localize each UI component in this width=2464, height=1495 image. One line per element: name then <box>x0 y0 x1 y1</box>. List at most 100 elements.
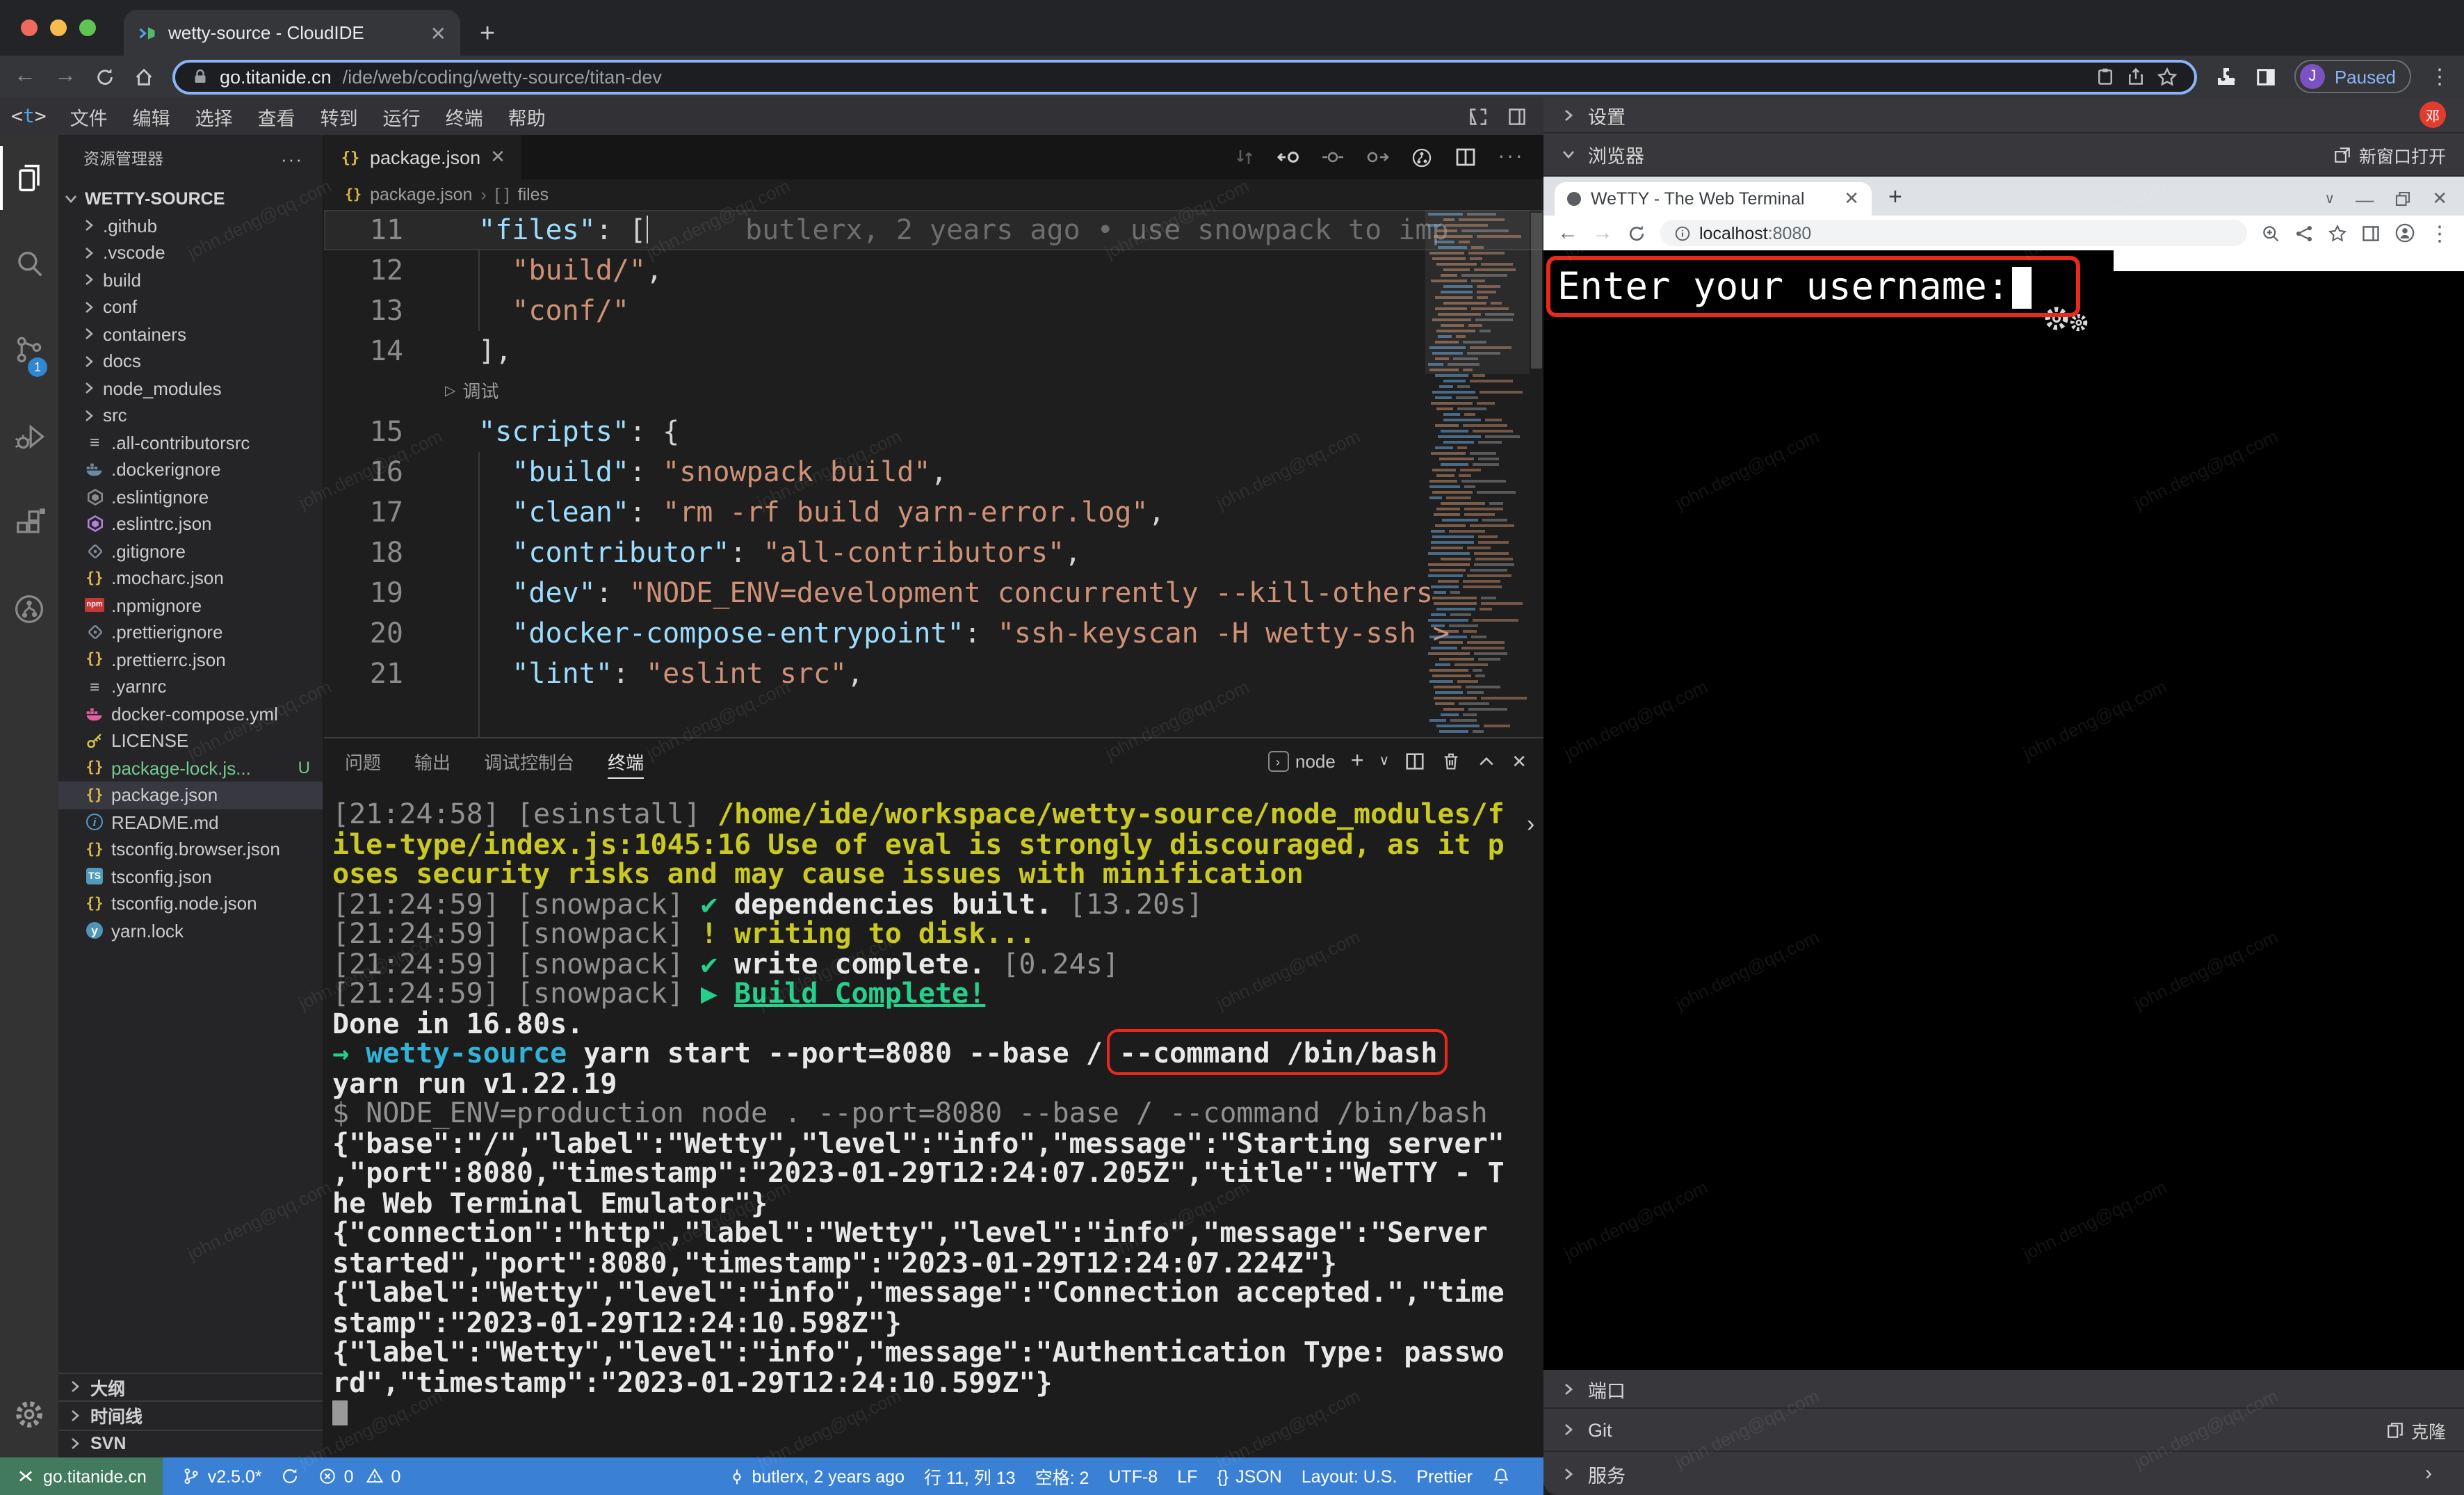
codelens-debug[interactable]: ▷调试 <box>324 371 1543 412</box>
layout-icon[interactable] <box>1507 106 1527 126</box>
indentation[interactable]: 空格: 2 <box>1035 1463 1089 1489</box>
editor-more-actions-icon[interactable]: ··· <box>1498 145 1524 170</box>
menu-item[interactable]: 选择 <box>183 102 245 130</box>
explorer-item[interactable]: docker-compose.yml <box>58 700 323 727</box>
previous-change-icon[interactable] <box>1276 146 1300 168</box>
explorer-item[interactable]: .eslintrc.json <box>58 510 323 538</box>
problems-indicator[interactable]: 0 0 <box>319 1466 401 1486</box>
terminal-shell-selector[interactable]: › node <box>1267 751 1336 772</box>
eol[interactable]: LF <box>1177 1466 1197 1486</box>
embedded-back-icon[interactable]: ← <box>1557 223 1578 243</box>
split-terminal-icon[interactable] <box>1404 751 1425 772</box>
menu-item[interactable]: 文件 <box>58 102 120 130</box>
explorer-item[interactable]: .eslintignore <box>58 483 323 510</box>
info-icon[interactable] <box>1674 225 1691 241</box>
explorer-item[interactable]: yyarn.lock <box>58 917 323 944</box>
explorer-item[interactable]: {}tsconfig.node.json <box>58 890 323 917</box>
kill-terminal-trash-icon[interactable] <box>1441 751 1461 772</box>
explorer-item[interactable]: ≡.yarnrc <box>58 673 323 700</box>
breadcrumb-node[interactable]: files <box>518 185 549 204</box>
next-change-icon[interactable] <box>1365 146 1389 168</box>
home-icon[interactable] <box>133 66 154 87</box>
explorer-item[interactable]: {}.prettierrc.json <box>58 646 323 673</box>
services-section[interactable]: 服务 <box>1543 1452 2464 1495</box>
explorer-item[interactable]: build <box>58 266 323 293</box>
share-nodes-icon[interactable] <box>2294 223 2314 243</box>
open-new-window-button[interactable]: 新窗口打开 <box>2334 141 2446 168</box>
panel-expand-chevron-icon[interactable]: › <box>1527 811 1534 839</box>
formatter[interactable]: Prettier <box>1416 1466 1473 1486</box>
terminal-output[interactable]: [21:24:58] [esinstall] /home/ide/workspa… <box>332 800 1538 1428</box>
maximize-panel-icon[interactable] <box>1477 752 1496 771</box>
restore-window-icon[interactable] <box>2394 191 2411 207</box>
explorer-item[interactable]: TStsconfig.json <box>58 863 323 890</box>
explorer-more-icon[interactable]: ··· <box>281 148 303 169</box>
explorer-item[interactable]: {}package.json <box>58 782 323 809</box>
sidebar-section[interactable]: SVN <box>58 1429 323 1457</box>
profile-icon[interactable] <box>2394 223 2415 243</box>
forward-icon[interactable]: → <box>54 65 76 88</box>
git-section[interactable]: Git 克隆 <box>1543 1409 2464 1452</box>
language-mode[interactable]: {}JSON <box>1217 1466 1281 1486</box>
new-tab-button[interactable]: + <box>480 19 495 50</box>
explorer-item[interactable]: ≡.all-contributorsrc <box>58 429 323 456</box>
menu-item[interactable]: 运行 <box>371 102 433 130</box>
url-bar[interactable]: go.titanide.cn /ide/web/coding/wetty-sou… <box>172 59 2197 94</box>
panel-tab[interactable]: 输出 <box>414 738 451 784</box>
menu-item[interactable]: 查看 <box>245 102 308 130</box>
ports-section[interactable]: 端口 <box>1543 1370 2464 1409</box>
explorer-item[interactable]: .vscode <box>58 239 323 266</box>
cursor-position[interactable]: 行 11, 列 13 <box>924 1463 1016 1489</box>
extensions-icon[interactable] <box>0 480 58 566</box>
new-terminal-icon[interactable]: + <box>1351 749 1364 774</box>
embedded-reload-icon[interactable] <box>1627 223 1646 243</box>
sidebar-section[interactable]: 大纲 <box>58 1372 323 1400</box>
branch-indicator[interactable]: v2.5.0* <box>183 1466 262 1486</box>
embedded-menu-icon[interactable]: ⋮ <box>2429 220 2450 245</box>
share-icon[interactable] <box>2126 67 2146 86</box>
editor-tab-package-json[interactable]: {} package.json ✕ <box>324 135 522 179</box>
explorer-item[interactable]: containers <box>58 321 323 348</box>
sync-icon[interactable] <box>282 1467 300 1485</box>
settings-section[interactable]: 设置 邓 <box>1543 97 2464 134</box>
embedded-new-tab-icon[interactable]: + <box>1888 184 1902 211</box>
split-editor-icon[interactable] <box>1454 146 1477 168</box>
settings-gear-icon[interactable] <box>0 1380 58 1449</box>
wetty-terminal[interactable]: Enter your username: <box>1543 250 2464 1370</box>
explorer-item[interactable]: src <box>58 402 323 429</box>
zoom-icon[interactable] <box>2261 223 2280 243</box>
explorer-item[interactable]: .gitignore <box>58 538 323 565</box>
encoding[interactable]: UTF-8 <box>1108 1466 1158 1486</box>
fullscreen-icon[interactable] <box>1468 106 1488 126</box>
side-panel-icon[interactable] <box>2255 66 2276 87</box>
back-icon[interactable]: ← <box>14 65 36 88</box>
explorer-item[interactable]: docs <box>58 348 323 375</box>
menu-item[interactable]: 转到 <box>308 102 371 130</box>
minimize-icon[interactable]: — <box>2356 188 2374 209</box>
close-embedded-icon[interactable]: ✕ <box>2432 188 2447 210</box>
close-window-button[interactable] <box>21 19 38 36</box>
search-icon[interactable] <box>0 221 58 307</box>
menu-item[interactable]: 编辑 <box>120 102 183 130</box>
embedded-forward-icon[interactable]: → <box>1592 223 1613 243</box>
breadcrumb[interactable]: {} package.json › [ ] files <box>324 179 1543 210</box>
explorer-item[interactable]: {}.mocharc.json <box>58 565 323 592</box>
close-tab-icon[interactable]: ✕ <box>430 23 446 42</box>
browser-profile-button[interactable]: J Paused <box>2294 60 2411 93</box>
blame-indicator[interactable]: butlerx, 2 years ago <box>728 1466 905 1486</box>
compare-changes-icon[interactable] <box>1233 146 1256 168</box>
current-change-icon[interactable] <box>1321 146 1345 168</box>
explorer-item[interactable]: {}tsconfig.browser.json <box>58 836 323 863</box>
svn-blame-icon[interactable] <box>1410 145 1434 169</box>
keyboard-layout[interactable]: Layout: U.S. <box>1302 1466 1397 1486</box>
explorer-item[interactable]: conf <box>58 293 323 321</box>
panel-tab[interactable]: 问题 <box>345 738 381 784</box>
embedded-url-bar[interactable]: localhost :8080 <box>1660 220 2247 246</box>
menu-item[interactable]: 帮助 <box>496 102 558 130</box>
tab-list-chevron-icon[interactable]: ∨ <box>2325 191 2335 207</box>
browser-section[interactable]: 浏览器 新窗口打开 <box>1543 134 2464 177</box>
explorer-item[interactable]: .github <box>58 212 323 239</box>
close-panel-icon[interactable]: ✕ <box>1511 750 1527 773</box>
reload-icon[interactable] <box>95 66 115 87</box>
browser-tab[interactable]: wetty-source - CloudIDE ✕ <box>124 10 460 56</box>
